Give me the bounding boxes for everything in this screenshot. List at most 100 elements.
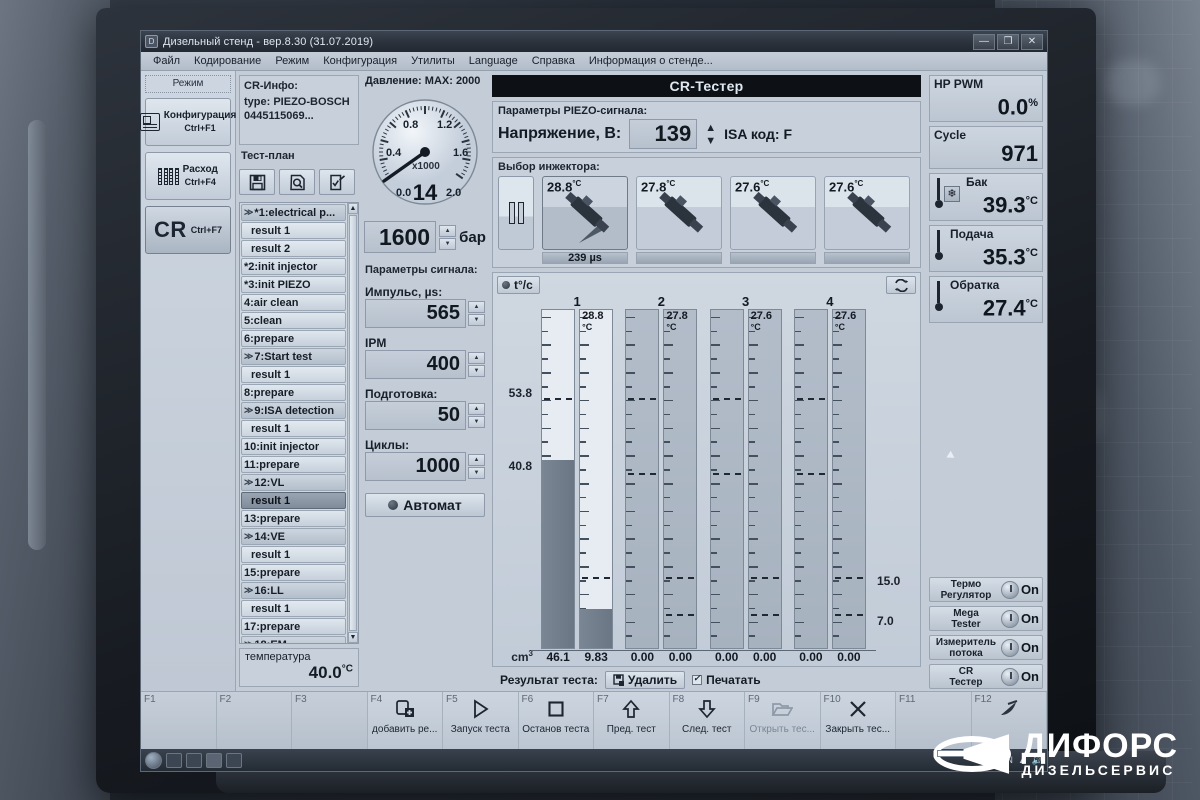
taskbar-item[interactable] — [166, 752, 182, 768]
toggle-2[interactable]: Измеритель потока On — [929, 635, 1043, 660]
twisty-icon[interactable]: ≫ — [244, 531, 253, 542]
test-plan-item[interactable]: result 1 — [241, 492, 346, 509]
injector-card-1[interactable]: 28.8°C 239 µs — [542, 176, 628, 264]
prepare-input[interactable]: 50 — [365, 401, 466, 430]
impulse-spinner[interactable]: ▲ ▼ — [468, 301, 485, 326]
start-button[interactable] — [145, 751, 162, 769]
scrollbar-thumb[interactable] — [349, 215, 357, 631]
test-plan-item[interactable]: *2:init injector — [241, 258, 346, 275]
test-plan-item[interactable]: 10:init injector — [241, 438, 346, 455]
scroll-down-icon[interactable]: ▼ — [348, 632, 358, 643]
test-plan-item[interactable]: 15:prepare — [241, 564, 346, 581]
spinner-up-icon[interactable]: ▲ — [705, 122, 716, 134]
spinner-down-icon[interactable]: ▼ — [468, 416, 485, 428]
twisty-icon[interactable]: ≫ — [244, 585, 253, 596]
test-plan-item[interactable]: ≫ *1:electrical p... — [241, 204, 346, 221]
toggle-1[interactable]: Mega Tester On — [929, 606, 1043, 631]
test-plan-item[interactable]: ≫18:EM — [241, 636, 346, 643]
spinner-up-icon[interactable]: ▲ — [468, 352, 485, 364]
menu-item-2[interactable]: Режим — [268, 53, 316, 69]
voltage-spinner[interactable]: ▲ ▼ — [705, 122, 716, 147]
refresh-icon[interactable] — [886, 276, 916, 294]
test-plan-scrollbar[interactable]: ▲ ▼ — [347, 203, 358, 643]
pressure-spinner[interactable]: ▲ ▼ — [439, 224, 457, 250]
close-button[interactable]: ✕ — [1021, 33, 1043, 50]
menu-item-7[interactable]: Информация о стенде... — [582, 53, 720, 69]
test-plan-item[interactable]: result 1 — [241, 222, 346, 239]
menu-item-0[interactable]: Файл — [146, 53, 187, 69]
test-plan-item[interactable]: ≫ 16:LL — [241, 582, 346, 599]
injector-box[interactable]: 27.6°C — [730, 176, 816, 250]
injector-card-3[interactable]: 27.6°C . — [730, 176, 816, 264]
menu-item-5[interactable]: Language — [462, 53, 525, 69]
taskbar-item[interactable] — [186, 752, 202, 768]
test-plan-item[interactable]: result 1 — [241, 366, 346, 383]
cycles-input[interactable]: 1000 — [365, 452, 466, 481]
print-checkbox[interactable]: Печатать — [692, 673, 761, 687]
test-plan-item[interactable]: 13:prepare — [241, 510, 346, 527]
voltage-input[interactable]: 139 — [629, 119, 698, 149]
spinner-up-icon[interactable]: ▲ — [468, 454, 485, 466]
power-icon[interactable] — [1000, 580, 1019, 599]
test-plan-item[interactable]: 11:prepare — [241, 456, 346, 473]
toggle-0[interactable]: Термо Регулятор On — [929, 577, 1043, 602]
injector-card-2[interactable]: 27.8°C . — [636, 176, 722, 264]
menu-item-6[interactable]: Справка — [525, 53, 582, 69]
twisty-icon[interactable]: ≫ — [244, 207, 253, 218]
power-icon[interactable] — [1000, 638, 1019, 657]
twisty-icon[interactable]: ≫ — [244, 477, 253, 488]
taskbar-item[interactable] — [226, 752, 242, 768]
test-plan-list[interactable]: ≫ *1:electrical p... result 1 result 2 *2:in… — [239, 202, 359, 644]
minimize-button[interactable]: — — [973, 33, 995, 50]
fkey-f6[interactable]: F6 Останов теста — [518, 692, 594, 749]
power-icon[interactable] — [1000, 667, 1019, 686]
test-plan-item[interactable]: 4:air clean — [241, 294, 346, 311]
power-icon[interactable] — [1000, 609, 1019, 628]
mode-button-flow[interactable]: Расход Ctrl+F4 — [145, 152, 231, 200]
test-plan-item[interactable]: result 2 — [241, 240, 346, 257]
twisty-icon[interactable]: ≫ — [244, 405, 253, 416]
twisty-icon[interactable]: ≫ — [244, 351, 253, 362]
scroll-up-icon[interactable]: ▲ — [348, 203, 358, 214]
test-plan-item[interactable]: 17:prepare — [241, 618, 346, 635]
prepare-spinner[interactable]: ▲ ▼ — [468, 403, 485, 428]
test-plan-item[interactable]: 5:clean — [241, 312, 346, 329]
test-plan-item[interactable]: ≫ 12:VL — [241, 474, 346, 491]
menu-item-3[interactable]: Конфигурация — [316, 53, 404, 69]
menu-item-4[interactable]: Утилиты — [404, 53, 462, 69]
fkey-f10[interactable]: F10 Закрыть тес... — [820, 692, 896, 749]
spinner-down-icon[interactable]: ▼ — [439, 237, 457, 250]
toggle-3[interactable]: CR Тестер On — [929, 664, 1043, 689]
search-icon[interactable] — [279, 169, 315, 195]
test-plan-item[interactable]: result 1 — [241, 600, 346, 617]
spinner-down-icon[interactable]: ▼ — [468, 467, 485, 479]
maximize-button[interactable]: ❐ — [997, 33, 1019, 50]
ipm-input[interactable]: 400 — [365, 350, 466, 379]
test-plan-item[interactable]: ≫ 9:ISA detection — [241, 402, 346, 419]
spinner-up-icon[interactable]: ▲ — [468, 403, 485, 415]
test-plan-item[interactable]: ≫ 7:Start test — [241, 348, 346, 365]
fkey-f4[interactable]: F4 добавить ре... — [367, 692, 443, 749]
delete-result-button[interactable]: Удалить — [604, 671, 686, 689]
temperature-toggle-button[interactable]: t°/c — [497, 276, 540, 294]
fkey-f9[interactable]: F9 Открыть тес... — [745, 692, 821, 749]
fkey-f7[interactable]: F7 Пред. тест — [594, 692, 670, 749]
test-plan-item[interactable]: *3:init PIEZO — [241, 276, 346, 293]
fkey-f8[interactable]: F8 След. тест — [669, 692, 745, 749]
injector-box[interactable]: 27.6°C — [824, 176, 910, 250]
test-plan-item[interactable]: 8:prepare — [241, 384, 346, 401]
spinner-up-icon[interactable]: ▲ — [468, 301, 485, 313]
cycles-spinner[interactable]: ▲ ▼ — [468, 454, 485, 479]
mode-button-configuration[interactable]: Конфигурация Ctrl+F1 — [139, 98, 236, 146]
injector-box[interactable]: 27.8°C — [636, 176, 722, 250]
spinner-down-icon[interactable]: ▼ — [705, 135, 716, 147]
twisty-icon[interactable]: ≫ — [244, 639, 253, 643]
auto-button[interactable]: Автомат — [365, 493, 485, 517]
test-plan-item[interactable]: result 1 — [241, 546, 346, 563]
mode-button-cr[interactable]: CR Ctrl+F7 — [145, 206, 231, 254]
spinner-down-icon[interactable]: ▼ — [468, 314, 485, 326]
ipm-spinner[interactable]: ▲ ▼ — [468, 352, 485, 377]
spinner-down-icon[interactable]: ▼ — [468, 365, 485, 377]
impulse-input[interactable]: 565 — [365, 299, 466, 328]
taskbar-item-active[interactable] — [206, 752, 222, 768]
